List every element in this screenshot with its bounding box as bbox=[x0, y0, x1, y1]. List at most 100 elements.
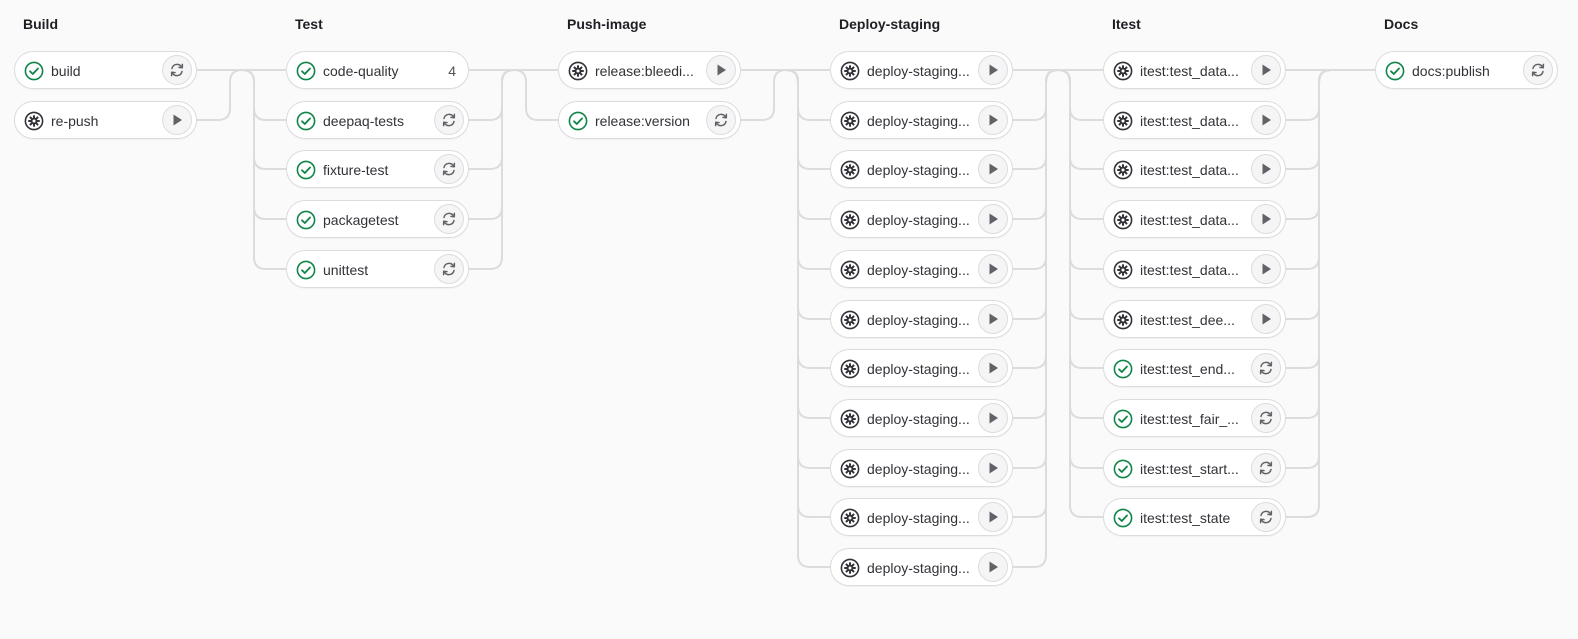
job-deploy-staging-6[interactable]: deploy-staging... bbox=[830, 300, 1013, 338]
play-button[interactable] bbox=[1251, 154, 1281, 184]
retry-button[interactable] bbox=[1251, 453, 1281, 483]
play-button[interactable] bbox=[978, 55, 1008, 85]
connector-merge-3-2 bbox=[1013, 69, 1059, 220]
job-itest-10[interactable]: itest:test_state bbox=[1103, 498, 1286, 536]
connector-split-1-0 bbox=[513, 69, 558, 121]
job-itest-8[interactable]: itest:test_fair_... bbox=[1103, 399, 1286, 437]
job-name: itest:test_data... bbox=[1140, 212, 1239, 228]
retry-button[interactable] bbox=[434, 204, 464, 234]
job-name: deploy-staging... bbox=[867, 312, 970, 328]
connector-split-0-0 bbox=[241, 69, 286, 121]
job-itest-1[interactable]: itest:test_data... bbox=[1103, 51, 1286, 89]
job-name: itest:test_data... bbox=[1140, 63, 1239, 79]
play-button[interactable] bbox=[978, 154, 1008, 184]
job-deploy-staging-11[interactable]: deploy-staging... bbox=[830, 548, 1013, 586]
connector-merge-1-1 bbox=[469, 69, 515, 170]
play-button[interactable] bbox=[1251, 105, 1281, 135]
stage-title-deploy-staging: Deploy-staging bbox=[839, 16, 941, 32]
retry-button[interactable] bbox=[1251, 403, 1281, 433]
job-test-1[interactable]: code-quality 4 bbox=[286, 51, 469, 89]
job-name: itest:test_fair_... bbox=[1140, 411, 1239, 427]
play-button[interactable] bbox=[978, 403, 1008, 433]
job-deploy-staging-7[interactable]: deploy-staging... bbox=[830, 349, 1013, 387]
retry-button[interactable] bbox=[434, 254, 464, 284]
status-manual-gear-icon bbox=[840, 160, 860, 180]
job-name: deploy-staging... bbox=[867, 461, 970, 477]
job-test-3[interactable]: fixture-test bbox=[286, 150, 469, 188]
play-button[interactable] bbox=[1251, 204, 1281, 234]
job-build-1[interactable]: build bbox=[14, 51, 197, 89]
play-button[interactable] bbox=[978, 204, 1008, 234]
retry-button[interactable] bbox=[434, 154, 464, 184]
job-deploy-staging-1[interactable]: deploy-staging... bbox=[830, 51, 1013, 89]
connector-split-2-9 bbox=[785, 69, 830, 568]
connector-split-3-7 bbox=[1057, 69, 1103, 469]
retry-icon bbox=[713, 112, 729, 128]
job-test-2[interactable]: deepaq-tests bbox=[286, 101, 469, 139]
retry-icon bbox=[441, 261, 457, 277]
play-icon bbox=[985, 311, 1001, 327]
play-icon bbox=[1258, 62, 1274, 78]
stage-title-itest: Itest bbox=[1112, 16, 1141, 32]
retry-icon bbox=[1258, 460, 1274, 476]
play-button[interactable] bbox=[706, 55, 736, 85]
play-button[interactable] bbox=[162, 105, 192, 135]
play-icon bbox=[985, 360, 1001, 376]
job-itest-4[interactable]: itest:test_data... bbox=[1103, 200, 1286, 238]
status-manual-gear-icon bbox=[840, 459, 860, 479]
connector-split-3-4 bbox=[1057, 69, 1103, 320]
job-name: deploy-staging... bbox=[867, 560, 970, 576]
retry-icon bbox=[1258, 360, 1274, 376]
job-deploy-staging-8[interactable]: deploy-staging... bbox=[830, 399, 1013, 437]
connector-split-3-6 bbox=[1057, 69, 1103, 419]
job-deploy-staging-2[interactable]: deploy-staging... bbox=[830, 101, 1013, 139]
job-name: deploy-staging... bbox=[867, 113, 970, 129]
play-button[interactable] bbox=[978, 502, 1008, 532]
job-name: unittest bbox=[323, 262, 369, 278]
stage-title-build: Build bbox=[23, 16, 58, 32]
play-button[interactable] bbox=[1251, 304, 1281, 334]
retry-button[interactable] bbox=[1251, 353, 1281, 383]
job-name: deepaq-tests bbox=[323, 113, 404, 129]
job-test-5[interactable]: unittest bbox=[286, 250, 469, 288]
job-deploy-staging-3[interactable]: deploy-staging... bbox=[830, 150, 1013, 188]
play-button[interactable] bbox=[978, 254, 1008, 284]
connector-merge-4-4 bbox=[1286, 69, 1332, 320]
job-itest-3[interactable]: itest:test_data... bbox=[1103, 150, 1286, 188]
play-icon bbox=[985, 460, 1001, 476]
job-push-image-1[interactable]: release:bleedi... bbox=[558, 51, 741, 89]
status-manual-gear-icon bbox=[1113, 111, 1133, 131]
play-button[interactable] bbox=[1251, 254, 1281, 284]
retry-button[interactable] bbox=[1251, 502, 1281, 532]
job-push-image-2[interactable]: release:version bbox=[558, 101, 741, 139]
retry-button[interactable] bbox=[706, 105, 736, 135]
job-deploy-staging-4[interactable]: deploy-staging... bbox=[830, 200, 1013, 238]
job-name: itest:test_end... bbox=[1140, 361, 1235, 377]
play-button[interactable] bbox=[978, 552, 1008, 582]
play-button[interactable] bbox=[978, 353, 1008, 383]
connector-merge-4-1 bbox=[1286, 69, 1332, 170]
job-deploy-staging-5[interactable]: deploy-staging... bbox=[830, 250, 1013, 288]
job-deploy-staging-9[interactable]: deploy-staging... bbox=[830, 449, 1013, 487]
job-itest-9[interactable]: itest:test_start... bbox=[1103, 449, 1286, 487]
job-itest-6[interactable]: itest:test_dee... bbox=[1103, 300, 1286, 338]
job-docs-1[interactable]: docs:publish bbox=[1375, 51, 1558, 89]
job-itest-5[interactable]: itest:test_data... bbox=[1103, 250, 1286, 288]
play-button[interactable] bbox=[1251, 55, 1281, 85]
job-name: build bbox=[51, 63, 81, 79]
retry-button[interactable] bbox=[434, 105, 464, 135]
status-success-icon bbox=[296, 111, 316, 131]
play-button[interactable] bbox=[978, 304, 1008, 334]
status-success-icon bbox=[1113, 359, 1133, 379]
retry-button[interactable] bbox=[162, 55, 192, 85]
job-build-2[interactable]: re-push bbox=[14, 101, 197, 139]
job-itest-7[interactable]: itest:test_end... bbox=[1103, 349, 1286, 387]
job-deploy-staging-10[interactable]: deploy-staging... bbox=[830, 498, 1013, 536]
play-button[interactable] bbox=[978, 105, 1008, 135]
status-success-icon bbox=[296, 160, 316, 180]
connector-merge-4-7 bbox=[1286, 69, 1332, 469]
play-button[interactable] bbox=[978, 453, 1008, 483]
job-test-4[interactable]: packagetest bbox=[286, 200, 469, 238]
retry-button[interactable] bbox=[1523, 55, 1553, 85]
job-itest-2[interactable]: itest:test_data... bbox=[1103, 101, 1286, 139]
